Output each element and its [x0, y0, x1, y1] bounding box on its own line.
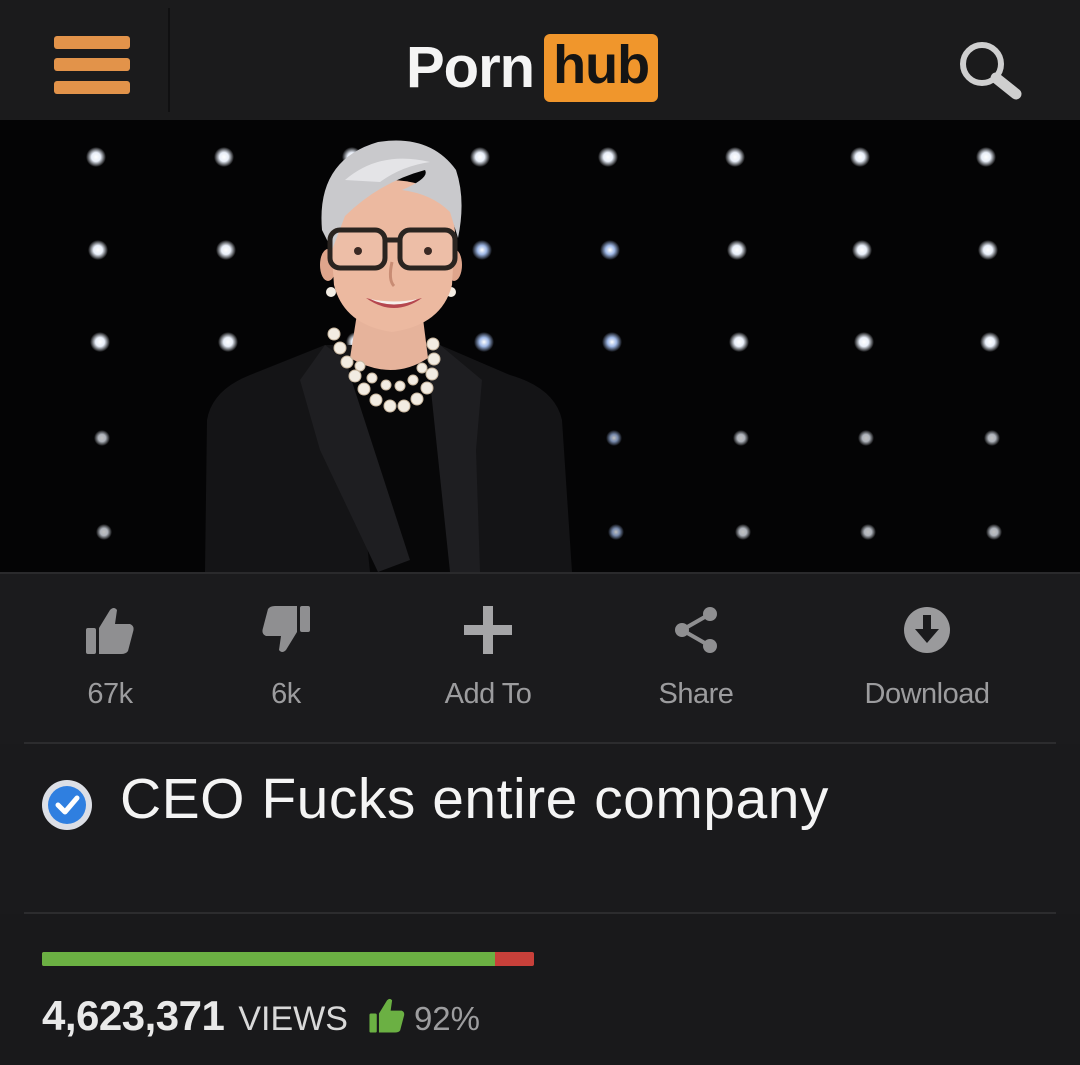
share-icon: [675, 607, 717, 653]
video-player[interactable]: [0, 120, 1080, 572]
like-count: 67k: [87, 678, 133, 710]
views-label: VIEWS: [238, 1000, 348, 1038]
dislike-button[interactable]: 6k: [246, 604, 326, 724]
rating-bar-fill: [42, 952, 495, 966]
thumbs-up-icon: [369, 998, 405, 1033]
thumbs-down-icon: [262, 606, 310, 652]
rating-section: 4,623,371 VIEWS 92%: [0, 914, 1080, 1065]
dislike-count: 6k: [271, 678, 301, 710]
plus-icon: [464, 606, 512, 654]
download-icon: [904, 607, 950, 653]
like-button[interactable]: 67k: [70, 604, 150, 724]
thumbs-up-icon: [86, 608, 134, 654]
views-count: 4,623,371: [42, 992, 225, 1039]
share-button[interactable]: Share: [636, 604, 756, 724]
top-nav-bar: Porn hub: [0, 0, 1080, 120]
share-label: Share: [658, 678, 734, 710]
logo-badge: hub: [544, 34, 659, 102]
search-icon[interactable]: [952, 38, 1032, 102]
video-title[interactable]: CEO Fucks entire company: [120, 768, 829, 831]
divider: [24, 742, 1056, 744]
video-actions-bar: 67k 6k Add To Share Download: [0, 572, 1080, 744]
video-title-row: CEO Fucks entire company: [0, 746, 1080, 910]
ceo-figure: [205, 140, 572, 572]
verified-badge-icon: [42, 780, 92, 830]
site-logo[interactable]: Porn hub: [406, 26, 659, 110]
download-button[interactable]: Download: [842, 604, 1012, 724]
header-divider: [168, 8, 170, 112]
rating-bar: [42, 952, 534, 966]
views-row: 4,623,371 VIEWS 92%: [42, 992, 480, 1040]
add-to-label: Add To: [444, 678, 532, 710]
logo-text: Porn: [406, 35, 535, 100]
rating-percent: 92%: [413, 1000, 480, 1037]
add-to-button[interactable]: Add To: [418, 604, 558, 724]
hamburger-menu-icon[interactable]: [54, 36, 130, 100]
download-label: Download: [864, 678, 990, 710]
